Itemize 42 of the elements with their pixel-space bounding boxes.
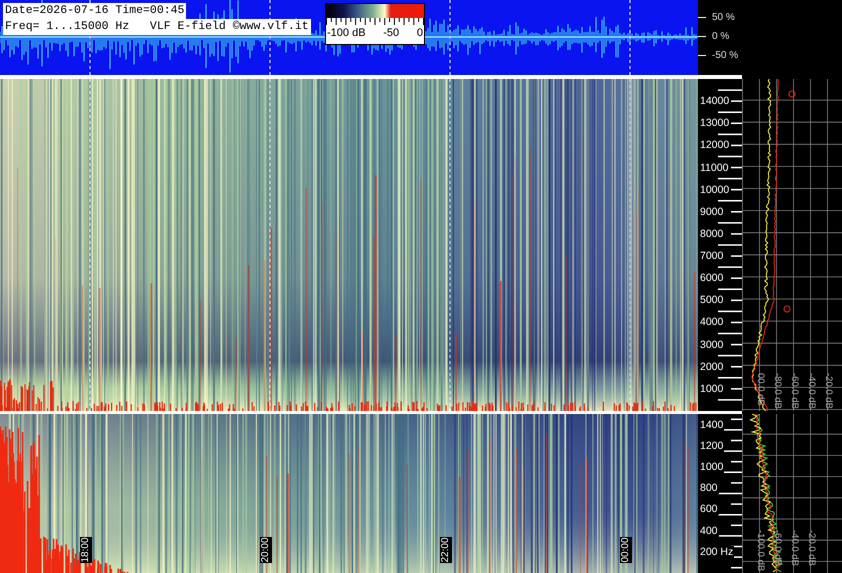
frequency-label: 11000 (700, 162, 730, 174)
time-label: 00:00 (620, 537, 632, 563)
scale-label: 0 (416, 26, 423, 40)
frequency-label: 1000 (700, 461, 724, 473)
frequency-label: 6000 (700, 272, 724, 284)
percent-label: 0 % (712, 30, 730, 42)
frequency-label: 9000 (700, 206, 724, 218)
percent-label: -50 % (712, 50, 738, 60)
db-label: -40.0 dB (788, 530, 800, 568)
scale-label: -100 dB (327, 26, 366, 40)
frequency-label: 14000 (700, 95, 730, 108)
frequency-label: 13000 (700, 117, 730, 130)
db-label: -60.0 dB (771, 530, 783, 568)
frequency-label: 400 (700, 524, 719, 537)
frequency-label: 600 (700, 503, 719, 516)
frequency-label: 200 Hz (700, 546, 734, 558)
percent-label: 50 % (712, 12, 735, 22)
frequency-label: 2000 (700, 360, 724, 373)
db-label: -20.0 dB (805, 530, 817, 568)
frequency-label: 5000 (700, 294, 724, 306)
frequency-label: 800 (700, 482, 719, 494)
db-label: -40.0 dB (805, 373, 817, 409)
frequency-label: 10000 (700, 184, 730, 196)
frequency-label: 8000 (700, 228, 724, 240)
db-label: -100.0 dB (754, 530, 766, 571)
date-time-label: Date=2026-07-16 Time=00:45 (3, 3, 186, 19)
db-label: -20.0 dB (822, 373, 834, 409)
frequency-label: 1200 (700, 440, 724, 452)
frequency-label: 4000 (700, 316, 724, 328)
scale-label: -50 (383, 26, 400, 40)
frequency-label: 3000 (700, 338, 724, 351)
frequency-label: 1400 (700, 418, 724, 431)
frequency-label: 7000 (700, 250, 724, 262)
time-label: 18:00 (80, 537, 92, 563)
time-label: 20:00 (260, 537, 272, 563)
db-label: -60.0 dB (788, 373, 800, 409)
time-label: 22:00 (440, 537, 452, 563)
frequency-range-label: Freq= 1...15000 Hz VLF E-field ©www.vlf.it (3, 19, 311, 35)
db-label: 00.0 dB (754, 373, 766, 408)
db-label: -80.0 dB (771, 373, 783, 409)
frequency-label: 12000 (700, 139, 730, 152)
frequency-label: 1000 (700, 382, 724, 395)
